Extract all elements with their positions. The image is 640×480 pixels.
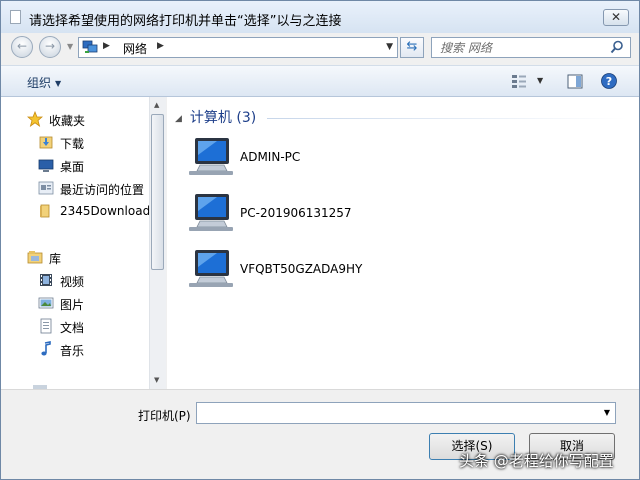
music-library-icon	[41, 341, 51, 356]
sidebar-item-label: 库	[49, 252, 62, 266]
sidebar-item-music[interactable]: 音乐	[38, 339, 149, 359]
document-library-icon	[40, 318, 52, 334]
sidebar-item-videos[interactable]: 视频	[38, 270, 149, 290]
sidebar-item-label: 文档	[60, 321, 85, 335]
collapse-group-icon[interactable]: ◢	[175, 114, 182, 124]
download-folder-icon	[39, 136, 53, 149]
search-input[interactable]	[432, 38, 602, 57]
sidebar-item-2345downloads[interactable]: 2345Downloads	[38, 201, 149, 221]
scroll-down-icon[interactable]: ▼	[154, 376, 159, 384]
view-dropdown-icon[interactable]: ▼	[537, 76, 543, 85]
navigation-bar: ← → ▼ ▶ 网络 ▶ ▼ ⇆	[1, 33, 639, 61]
network-printer-dialog: 请选择希望使用的网络打印机并单击“选择”以与之连接 ✕ ← → ▼ ▶ 网络 ▶…	[0, 0, 640, 480]
picture-library-icon	[38, 297, 54, 309]
printer-label: 打印机(P)	[138, 409, 191, 423]
preview-pane-icon[interactable]	[567, 74, 583, 89]
group-header-label: 计算机 (3)	[189, 110, 257, 126]
sidebar-item-pictures[interactable]: 图片	[38, 293, 149, 313]
folder-icon	[40, 204, 50, 218]
navpane-scrollbar[interactable]: ▲ ▼	[149, 97, 166, 389]
address-bar[interactable]: ▶ 网络 ▶ ▼	[78, 37, 398, 58]
star-icon	[27, 111, 43, 127]
computer-name: VFQBT50GZADA9HY	[240, 262, 363, 276]
sidebar-item-desktop[interactable]: 桌面	[38, 155, 149, 175]
forward-button[interactable]: →	[39, 36, 61, 58]
breadcrumb-network[interactable]: 网络	[123, 40, 147, 57]
close-button[interactable]: ✕	[603, 9, 629, 26]
group-divider	[267, 118, 627, 119]
sidebar-item-label: 桌面	[60, 160, 85, 174]
sidebar-item-recent-places[interactable]: 最近访问的位置	[38, 178, 149, 198]
sidebar-item-downloads[interactable]: 下载	[38, 132, 149, 152]
watermark: 头条 @老程给你写配置	[459, 452, 614, 470]
recent-places-icon	[38, 181, 54, 195]
sidebar-item-favorites[interactable]: 收藏夹	[27, 109, 149, 129]
sidebar-item-documents[interactable]: 文档	[38, 316, 149, 336]
network-icon	[82, 40, 98, 53]
refresh-button[interactable]: ⇆	[400, 37, 424, 58]
command-toolbar: 组织 ▼ ▼ ?	[1, 65, 639, 97]
search-box[interactable]	[431, 37, 631, 58]
computer-item-vfqbt50gzada9hy[interactable]: VFQBT50GZADA9HY	[187, 247, 487, 293]
sidebar-item-label: 最近访问的位置	[60, 183, 145, 197]
computer-icon	[189, 138, 233, 175]
sidebar-item-label: 音乐	[60, 344, 85, 358]
window-title: 请选择希望使用的网络打印机并单击“选择”以与之连接	[29, 14, 342, 29]
library-icon	[27, 251, 43, 264]
chevron-down-icon[interactable]: ▼	[604, 408, 610, 417]
document-icon	[10, 10, 21, 24]
breadcrumb-arrow-icon[interactable]: ▶	[103, 41, 110, 51]
sidebar-item-libraries[interactable]: 库	[27, 247, 149, 267]
svg-text:?: ?	[606, 75, 612, 88]
sidebar-item-label: 视频	[60, 275, 85, 289]
video-library-icon	[40, 274, 52, 286]
sidebar-item-label: 收藏夹	[49, 114, 86, 128]
group-header-computers[interactable]: ◢ 计算机 (3)	[175, 107, 256, 127]
view-options-icon[interactable]	[511, 74, 527, 89]
title-bar: 请选择希望使用的网络打印机并单击“选择”以与之连接 ✕	[1, 1, 639, 33]
sidebar-item-label: 图片	[60, 298, 85, 312]
sidebar-item-label: 2345Downloads	[60, 204, 149, 218]
help-icon[interactable]: ?	[601, 73, 617, 89]
scrollbar-thumb[interactable]	[151, 114, 164, 270]
printer-input[interactable]	[197, 403, 592, 423]
organize-button[interactable]: 组织 ▼	[27, 74, 61, 91]
computer-icon	[189, 250, 233, 287]
computer-name: ADMIN-PC	[240, 150, 301, 164]
chevron-down-icon: ▼	[55, 79, 62, 88]
sidebar-item-label: 下载	[60, 137, 85, 151]
organize-label: 组织	[27, 76, 52, 90]
breadcrumb-arrow-icon[interactable]: ▶	[157, 41, 164, 51]
search-icon[interactable]	[610, 40, 624, 54]
computer-item-pc-201906131257[interactable]: PC-201906131257	[187, 191, 487, 237]
scroll-up-icon[interactable]: ▲	[154, 101, 159, 109]
recent-pages-dropdown-icon[interactable]: ▼	[67, 42, 73, 51]
desktop-icon	[38, 159, 54, 172]
printer-combobox[interactable]: ▼	[196, 402, 616, 424]
computer-icon	[189, 194, 233, 231]
computer-item-admin-pc[interactable]: ADMIN-PC	[187, 135, 487, 181]
navigation-pane: 收藏夹 下载 桌面 最近访问的位置 2345Downloads 库 视频 图片 …	[1, 97, 149, 389]
back-button[interactable]: ←	[11, 36, 33, 58]
file-list-pane: ◢ 计算机 (3) ADMIN-PC PC-201906131257 VFQBT…	[167, 97, 639, 389]
address-dropdown-icon[interactable]: ▼	[386, 42, 393, 52]
computer-name: PC-201906131257	[240, 206, 352, 220]
